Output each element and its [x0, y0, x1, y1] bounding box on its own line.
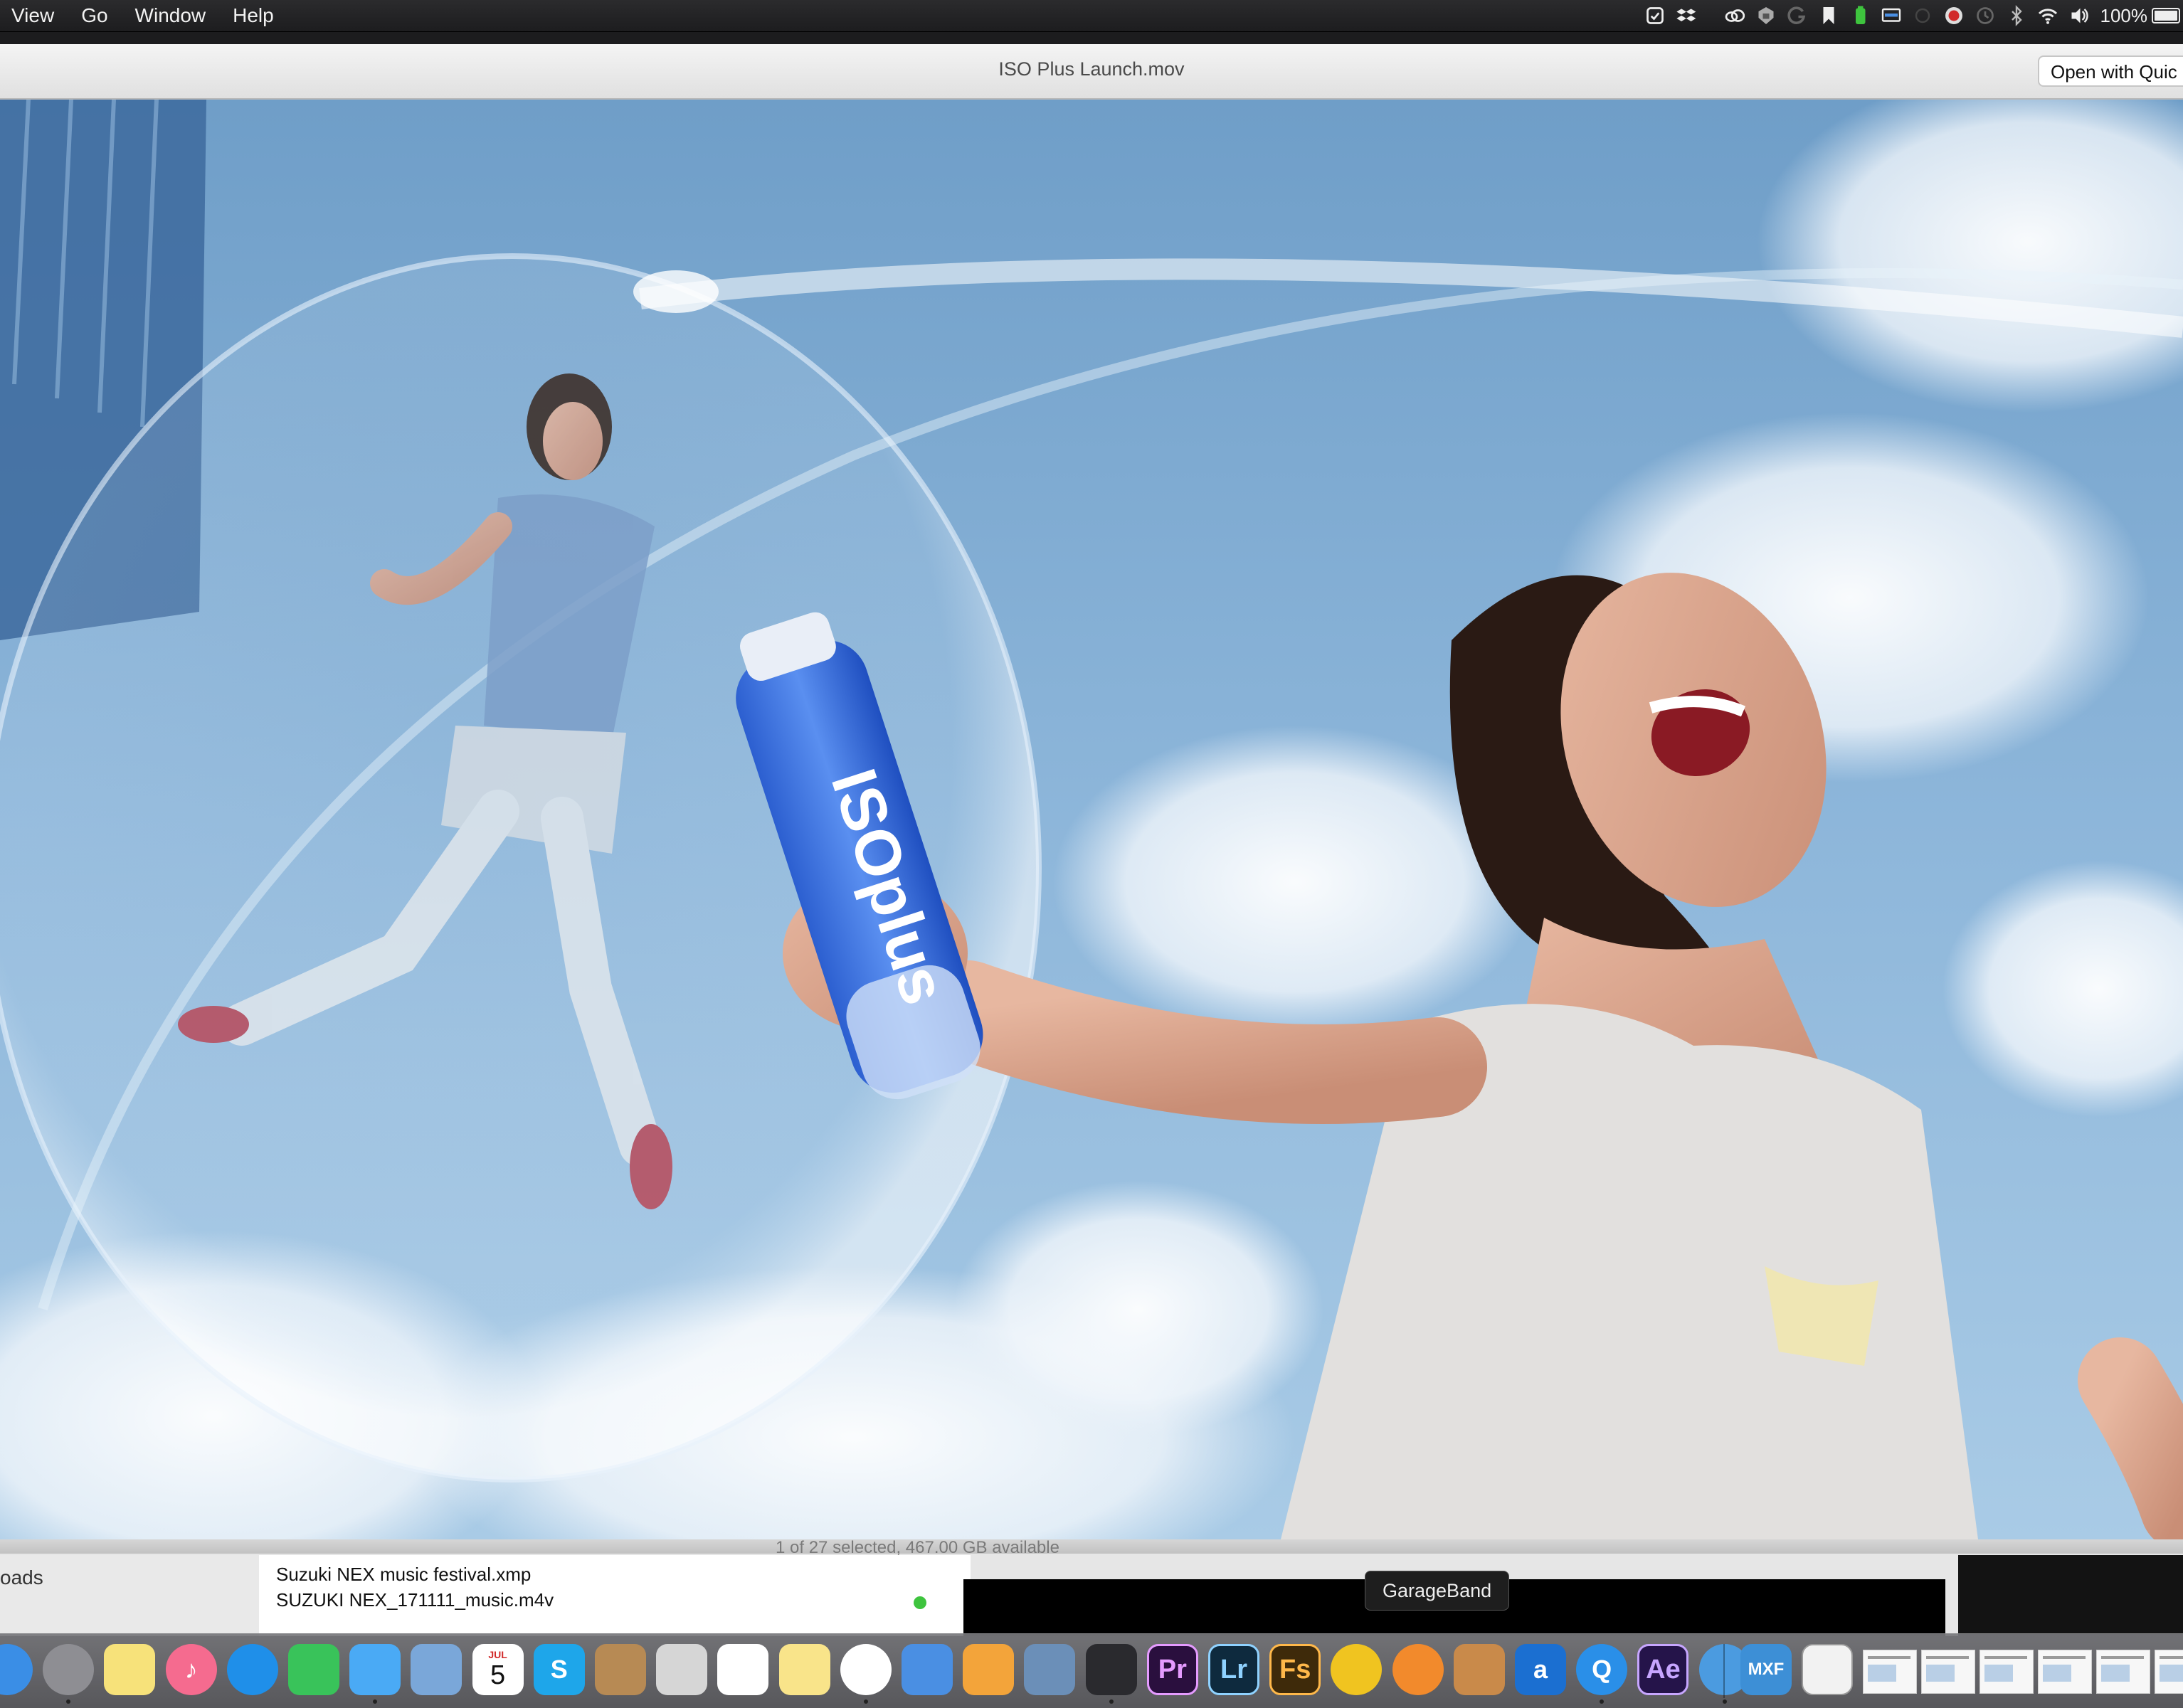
itunes-icon[interactable]: ♪	[166, 1644, 217, 1695]
pages-icon[interactable]	[963, 1644, 1014, 1695]
running-indicator	[1600, 1699, 1604, 1704]
facetime-icon[interactable]	[288, 1644, 339, 1695]
menu-view[interactable]: View	[0, 0, 68, 31]
bluetooth-icon[interactable]	[2001, 0, 2032, 31]
minimized-window-thumbnail[interactable]	[2038, 1650, 2092, 1694]
running-indicator	[1109, 1699, 1114, 1704]
minimized-window-thumbnail[interactable]	[2155, 1650, 2183, 1694]
contacts-icon[interactable]	[595, 1644, 646, 1695]
dock-icon-label: Lr	[1220, 1655, 1247, 1685]
menu-bar: View Go Window Help	[0, 0, 2183, 31]
volume-icon[interactable]	[2063, 0, 2095, 31]
skype-icon[interactable]: S	[534, 1644, 585, 1695]
safari-icon[interactable]	[227, 1644, 278, 1695]
time-machine-icon[interactable]	[1970, 0, 2001, 31]
spacer	[1702, 0, 1719, 31]
finder-window-behind: 1 of 27 selected, 467.00 GB available oa…	[0, 1539, 2183, 1636]
minimized-window-thumbnail[interactable]	[1921, 1650, 1975, 1694]
battery-icon[interactable]	[2152, 8, 2180, 23]
messages-icon[interactable]	[349, 1644, 401, 1695]
running-indicator	[864, 1699, 868, 1704]
preview-icon[interactable]	[411, 1644, 462, 1695]
dock: ♪ JUL5 S Pr Lr Fs a Q Ae MXF	[0, 1633, 2183, 1708]
finder-file-list: Suzuki NEX music festival.xmp SUZUKI NEX…	[259, 1555, 971, 1636]
running-indicator	[1723, 1699, 1727, 1704]
garageband-icon[interactable]	[1454, 1644, 1505, 1695]
finder-sidebar: oads	[0, 1555, 259, 1636]
vpn-icon[interactable]	[1750, 0, 1782, 31]
after-effects-icon[interactable]: Ae	[1637, 1644, 1688, 1695]
open-with-quicktime-button[interactable]: Open with Quic	[2038, 55, 2183, 87]
calendar-month: JUL	[488, 1649, 507, 1660]
finder-preview-pane-right	[1958, 1555, 2183, 1636]
menu-help[interactable]: Help	[219, 0, 287, 31]
window-separator	[0, 1539, 2183, 1554]
running-indicator	[66, 1699, 70, 1704]
dock-tooltip: GarageBand	[1365, 1571, 1509, 1611]
dock-divider	[1723, 1644, 1725, 1698]
battery-percent[interactable]: 100%	[2100, 5, 2148, 27]
davinci-resolve-icon[interactable]	[1086, 1644, 1137, 1695]
dock-icon-label: Q	[1592, 1655, 1612, 1685]
display-icon[interactable]	[1876, 0, 1907, 31]
dock-icon-label: Fs	[1279, 1655, 1311, 1685]
running-indicator	[373, 1699, 377, 1704]
mxf-icon[interactable]: MXF	[1740, 1644, 1792, 1695]
dock-icon-label: Pr	[1158, 1655, 1187, 1685]
dock-icon-label: ♪	[185, 1655, 198, 1685]
stickies-icon[interactable]	[104, 1644, 155, 1695]
lightroom-icon[interactable]: Lr	[1208, 1644, 1259, 1695]
dock-icon-label: a	[1533, 1655, 1548, 1685]
window-title: ISO Plus Launch.mov	[0, 44, 2183, 94]
system-preferences-icon[interactable]	[43, 1644, 94, 1695]
dock-icon-label: S	[551, 1655, 568, 1685]
final-cut-icon[interactable]	[1392, 1644, 1444, 1695]
calendar-icon[interactable]: JUL5	[472, 1644, 524, 1695]
reminders-icon[interactable]	[717, 1644, 768, 1695]
wifi-icon[interactable]	[2032, 0, 2063, 31]
file-row[interactable]: Suzuki NEX music festival.xmp	[276, 1564, 531, 1586]
photo-browser-icon[interactable]	[1024, 1644, 1075, 1695]
sync-icon[interactable]	[1639, 0, 1671, 31]
sidebar-item-downloads[interactable]: oads	[0, 1566, 43, 1589]
blank-circle-icon[interactable]	[1907, 0, 1938, 31]
keynote-icon[interactable]	[902, 1644, 953, 1695]
video-frame-image: ISOplus	[0, 100, 2183, 1539]
status-area: 100%	[1639, 0, 2183, 31]
minimized-window-thumbnail[interactable]	[1863, 1650, 1917, 1694]
dropbox-icon[interactable]	[1671, 0, 1702, 31]
grammarly-icon[interactable]	[1782, 0, 1813, 31]
document-icon[interactable]	[1802, 1644, 1853, 1695]
fireworks-icon[interactable]: Fs	[1269, 1644, 1321, 1695]
battery-guard-icon[interactable]	[1844, 0, 1876, 31]
minimized-window-thumbnail[interactable]	[1980, 1650, 2034, 1694]
finder-icon[interactable]	[0, 1644, 33, 1695]
image-capture-icon[interactable]	[656, 1644, 707, 1695]
amazon-icon[interactable]: a	[1515, 1644, 1566, 1695]
menu-go[interactable]: Go	[68, 0, 121, 31]
creative-cloud-icon[interactable]	[1719, 0, 1750, 31]
bookmark-icon[interactable]	[1813, 0, 1844, 31]
video-preview[interactable]: ISOplus	[0, 100, 2183, 1539]
minimized-window-thumbnail[interactable]	[2096, 1650, 2150, 1694]
notes-icon[interactable]	[779, 1644, 830, 1695]
premiere-pro-icon[interactable]: Pr	[1147, 1644, 1198, 1695]
record-icon[interactable]	[1938, 0, 1970, 31]
quicklook-titlebar: ISO Plus Launch.mov Open with Quic	[0, 44, 2183, 100]
dock-icon-label: Ae	[1646, 1655, 1681, 1685]
menu-window[interactable]: Window	[122, 0, 220, 31]
dock-icon-label: MXF	[1748, 1660, 1785, 1680]
file-row[interactable]: SUZUKI NEX_171111_music.m4v	[276, 1589, 554, 1611]
photos-icon[interactable]	[840, 1644, 892, 1695]
green-tag-icon	[914, 1596, 926, 1609]
calendar-day: 5	[490, 1660, 505, 1691]
quicktime-icon[interactable]: Q	[1576, 1644, 1627, 1695]
cyberduck-icon[interactable]	[1331, 1644, 1382, 1695]
